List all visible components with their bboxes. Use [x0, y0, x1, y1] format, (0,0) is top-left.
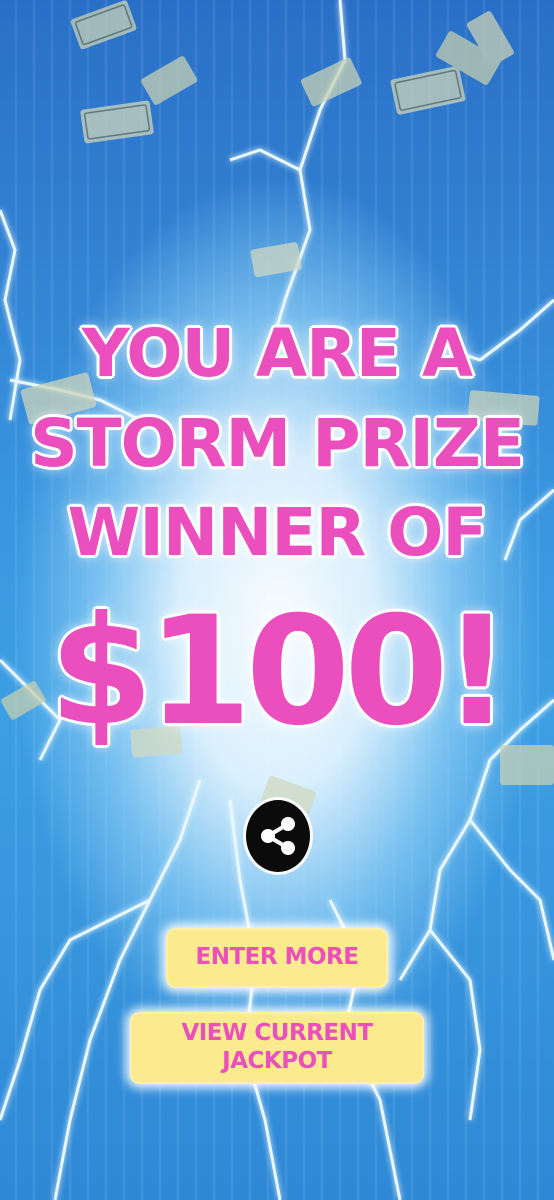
enter-more-button[interactable]: ENTER MORE: [166, 928, 388, 988]
share-icon: [261, 817, 295, 855]
headline-line-3: WINNER OF: [67, 494, 488, 571]
prize-amount: $100!: [49, 585, 511, 759]
view-current-jackpot-button[interactable]: VIEW CURRENT JACKPOT: [130, 1012, 424, 1084]
headline-line-1: YOU ARE A: [81, 315, 473, 392]
enter-more-label: ENTER MORE: [195, 944, 359, 971]
view-jackpot-label-line-2: JACKPOT: [222, 1048, 332, 1074]
share-button[interactable]: [246, 800, 310, 872]
headline-line-2: STORM PRIZE: [30, 405, 525, 482]
view-jackpot-label-line-1: VIEW CURRENT: [181, 1020, 373, 1047]
